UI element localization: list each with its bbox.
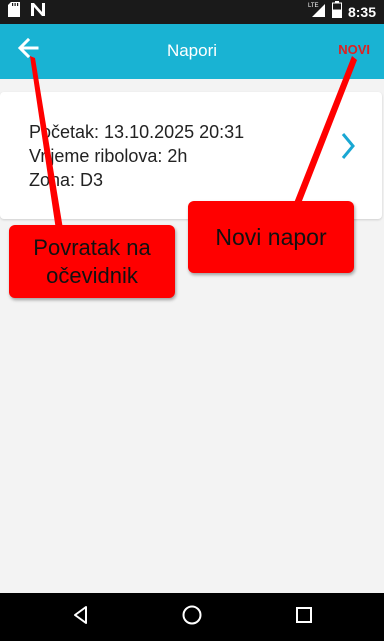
recents-square-icon [294,605,314,630]
back-triangle-icon [71,605,91,630]
annotation-arrows [30,56,357,230]
nav-recents-button[interactable] [290,603,318,631]
back-annotation: Povratak na očevidnik [9,225,175,298]
new-annotation: Novi napor [188,201,354,273]
nav-home-button[interactable] [178,603,206,631]
home-circle-icon [181,604,203,631]
system-nav-bar [0,593,384,641]
nav-back-button[interactable] [67,603,95,631]
